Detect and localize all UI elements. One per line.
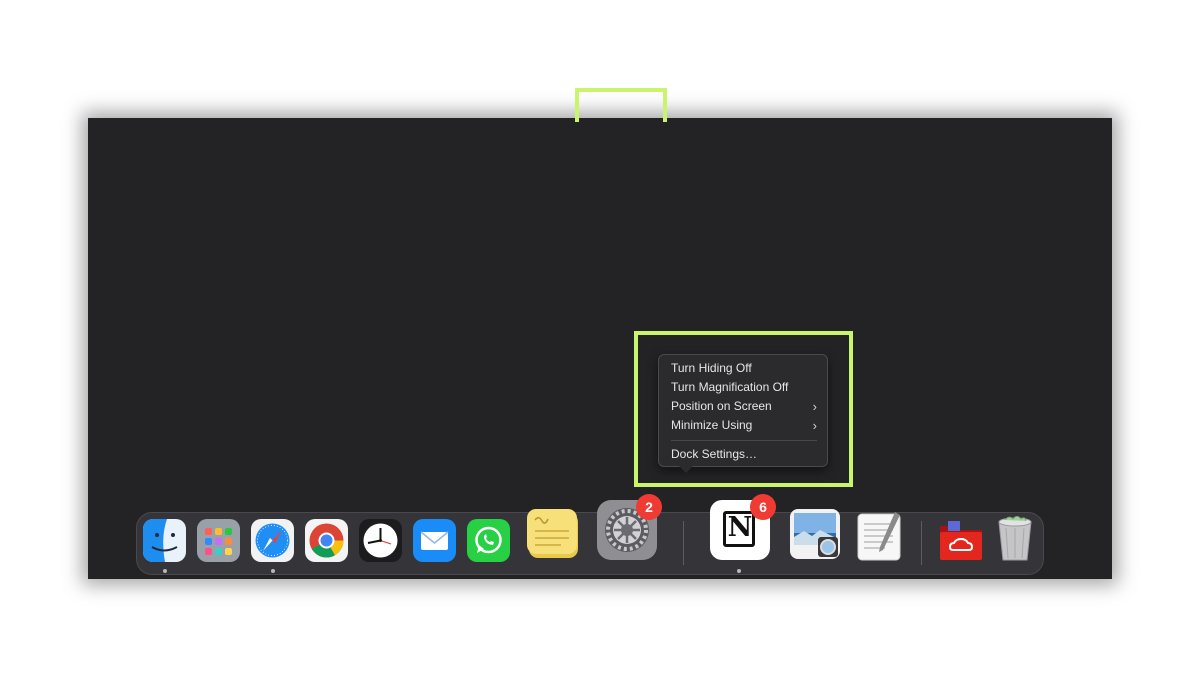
dock-app-safari[interactable] — [251, 519, 294, 562]
dock-app-trash[interactable] — [995, 514, 1035, 562]
menu-item-label: Position on Screen — [671, 399, 772, 413]
dock-divider — [921, 521, 922, 565]
stickies-icon — [527, 509, 578, 558]
menu-item-turn-magnification-off[interactable]: Turn Magnification Off — [659, 378, 827, 397]
notification-badge: 2 — [636, 494, 662, 520]
chrome-icon — [305, 519, 348, 562]
dock-app-textedit[interactable] — [855, 510, 905, 562]
safari-icon — [251, 519, 294, 562]
menu-item-label: Turn Hiding Off — [671, 361, 752, 375]
menu-item-dock-settings[interactable]: Dock Settings… — [659, 445, 827, 464]
clock-icon — [359, 519, 402, 562]
dock-app-mail[interactable] — [413, 519, 456, 562]
finder-icon — [143, 519, 186, 562]
dock-app-whatsapp[interactable] — [467, 519, 510, 562]
dock-divider — [683, 521, 684, 565]
chevron-right-icon: › — [812, 399, 817, 414]
menu-item-minimize-using[interactable]: Minimize Using › — [659, 416, 827, 435]
running-indicator — [163, 569, 167, 573]
menu-item-label: Turn Magnification Off — [671, 380, 789, 394]
menu-item-label: Minimize Using — [671, 418, 753, 432]
menu-pointer — [679, 466, 693, 473]
preview-icon — [790, 509, 840, 559]
mail-icon — [413, 519, 456, 562]
dock-app-finder[interactable] — [143, 519, 186, 562]
menu-separator — [671, 440, 817, 441]
notification-badge: 6 — [750, 494, 776, 520]
menu-item-label: Dock Settings… — [671, 447, 758, 461]
dock-app-chrome[interactable] — [305, 519, 348, 562]
creative-cloud-folder-icon — [940, 521, 982, 560]
trash-icon — [998, 516, 1032, 561]
running-indicator — [271, 569, 275, 573]
highlight-top-marker — [575, 88, 667, 122]
dock-app-preview[interactable] — [788, 507, 843, 562]
running-indicator — [737, 569, 741, 573]
launchpad-icon — [197, 519, 240, 562]
dock-context-menu: Turn Hiding Off Turn Magnification Off P… — [658, 354, 828, 467]
dock-app-stickies[interactable] — [527, 507, 580, 560]
dock-app-launchpad[interactable] — [197, 519, 240, 562]
textedit-icon — [857, 512, 901, 561]
chevron-right-icon: › — [812, 418, 817, 433]
menu-item-turn-hiding-off[interactable]: Turn Hiding Off — [659, 359, 827, 378]
dock-app-clock[interactable] — [359, 519, 402, 562]
whatsapp-icon — [467, 519, 510, 562]
dock-app-creative-cloud[interactable] — [938, 517, 984, 563]
menu-item-position-on-screen[interactable]: Position on Screen › — [659, 397, 827, 416]
